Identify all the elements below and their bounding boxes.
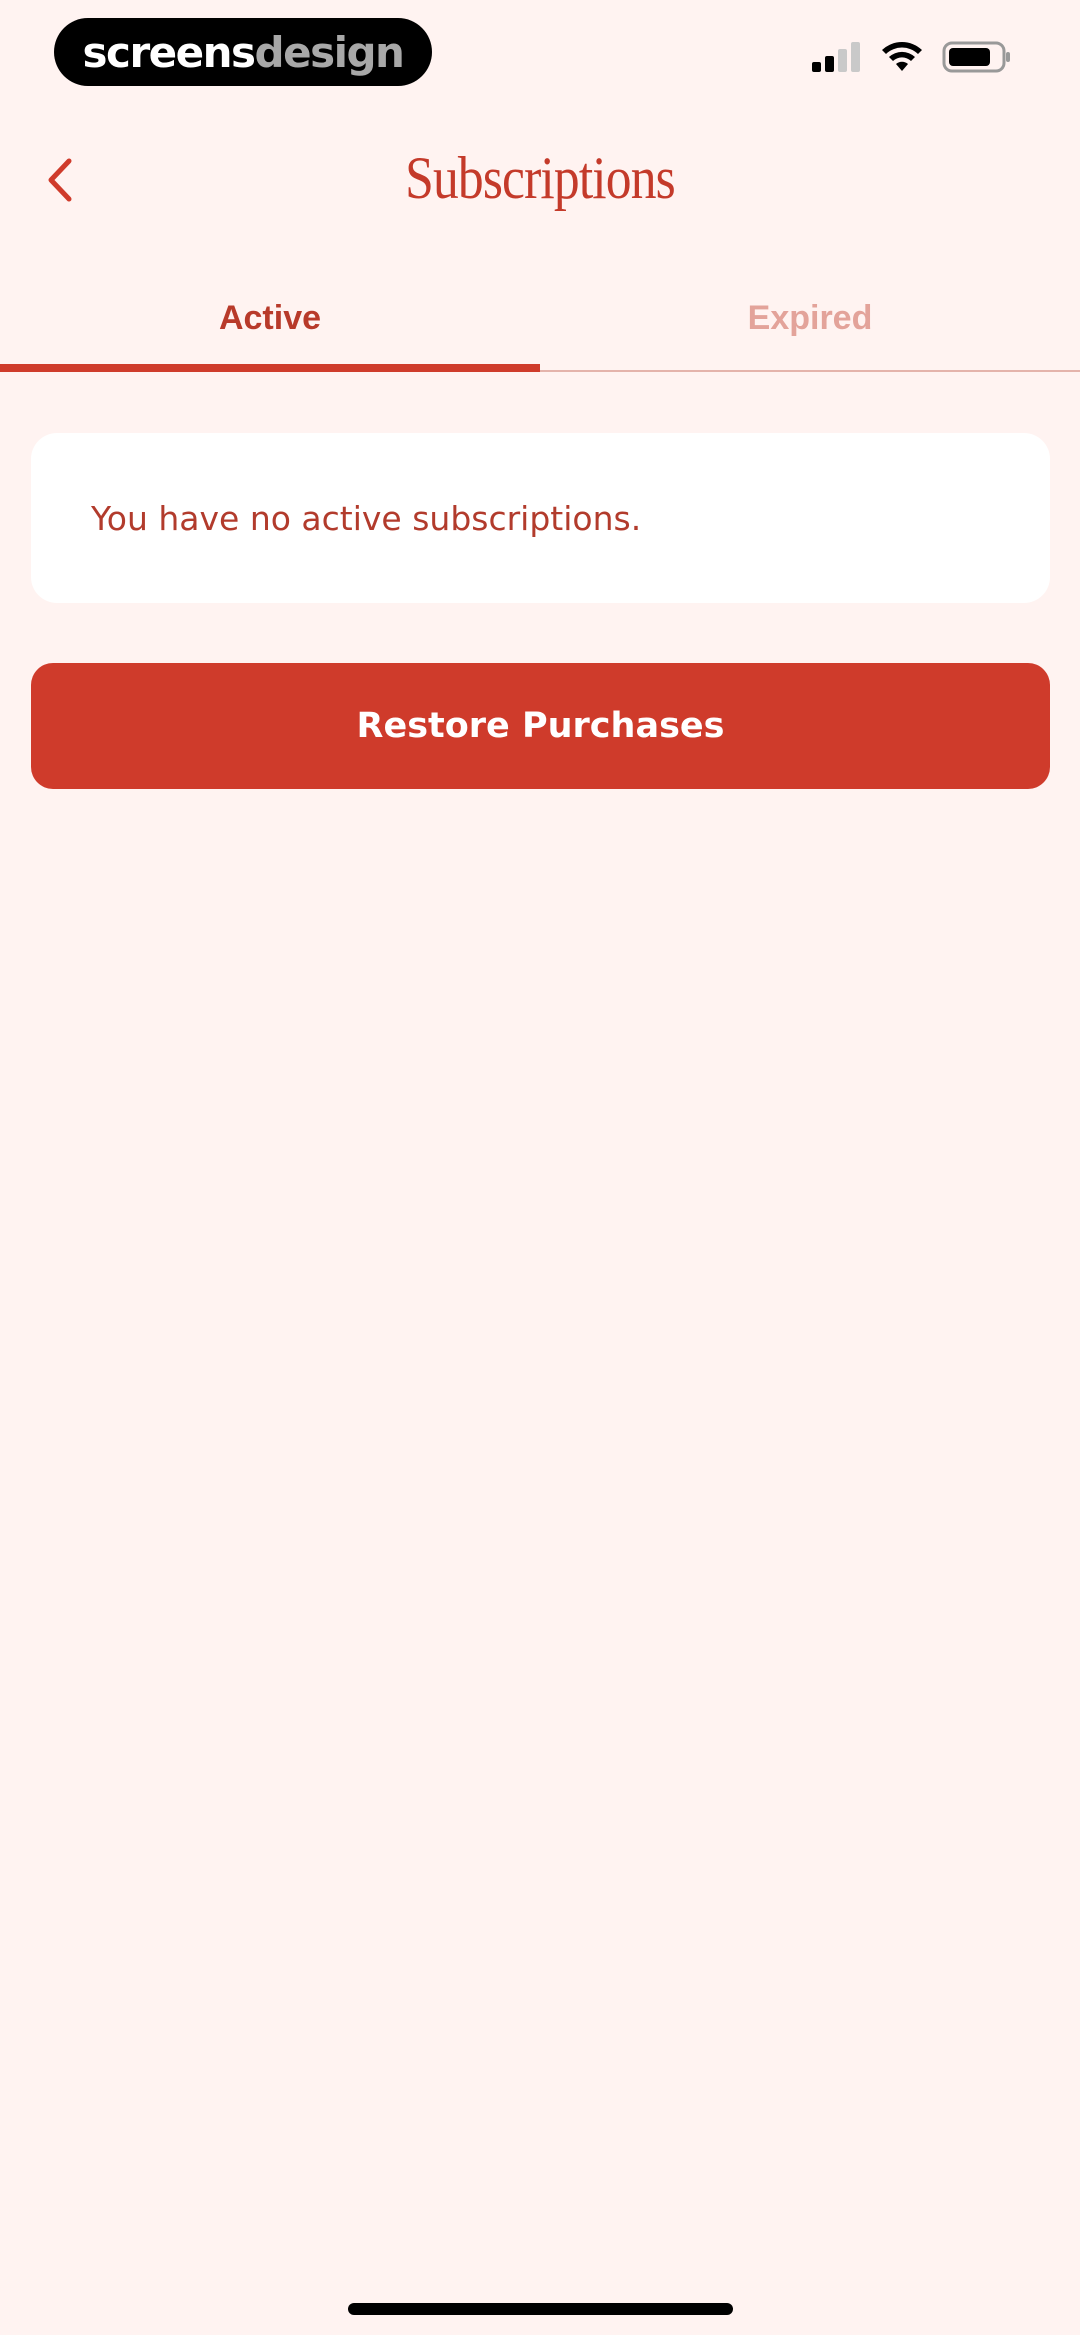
status-bar: screens design [0,0,1080,110]
status-icons [810,40,1012,74]
navigation-bar: Subscriptions [0,130,1080,230]
battery-icon [942,41,1010,73]
watermark-primary: screens [82,27,256,77]
home-indicator[interactable] [348,2303,733,2315]
cellular-signal-icon [812,42,860,72]
restore-purchases-button[interactable]: Restore Purchases [31,663,1050,789]
watermark-secondary: design [254,27,405,77]
wifi-icon [882,42,922,71]
tab-expired[interactable]: Expired [540,280,1080,370]
empty-state-message: You have no active subscriptions. [91,498,642,538]
empty-state-card: You have no active subscriptions. [31,433,1050,603]
tab-active[interactable]: Active [0,280,540,372]
screensdesign-watermark: screens design [54,18,432,86]
page-title: Subscriptions [405,145,676,211]
subscription-tabs: Active Expired [0,280,1080,372]
chevron-left-icon [48,158,72,202]
